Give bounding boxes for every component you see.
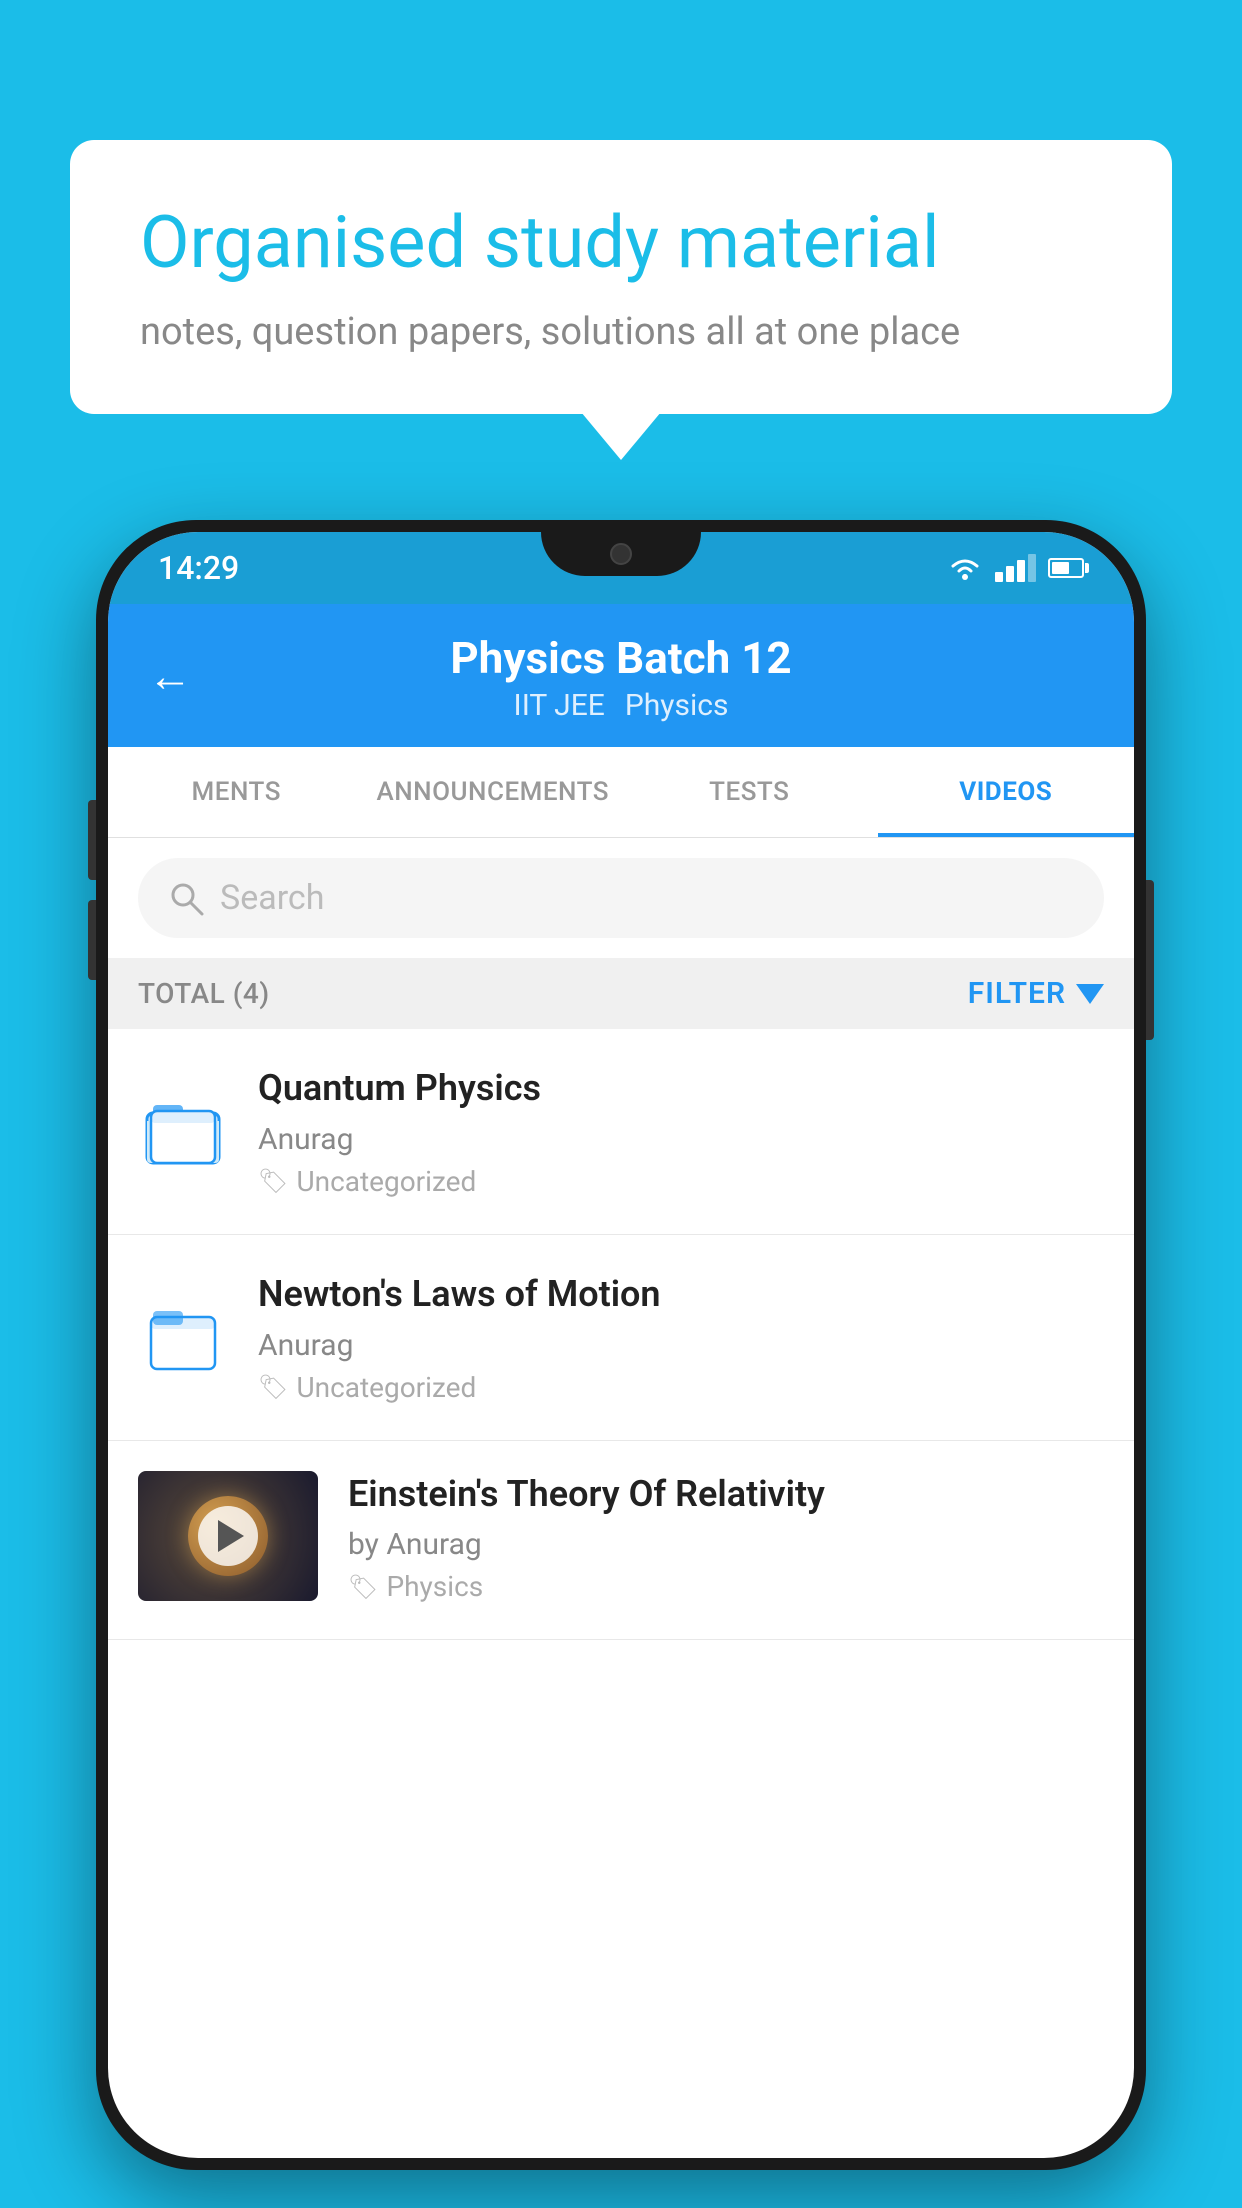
folder-icon: [138, 1086, 228, 1176]
signal-strength-icon: [995, 554, 1036, 582]
video-info: Quantum Physics Anurag 🏷 Uncategorized: [258, 1065, 1104, 1198]
filter-row: TOTAL (4) FILTER: [108, 958, 1134, 1029]
tab-assignments[interactable]: MENTS: [108, 747, 365, 837]
list-item[interactable]: Einstein's Theory Of Relativity by Anura…: [108, 1441, 1134, 1641]
header-subject: Physics: [625, 688, 729, 723]
tag-icon: 🏷: [258, 1167, 288, 1195]
filter-button[interactable]: FILTER: [968, 976, 1104, 1011]
power-button[interactable]: [1146, 880, 1154, 1040]
phone-outer: 14:29: [96, 520, 1146, 2170]
tag-icon: 🏷: [348, 1573, 378, 1601]
video-info: Einstein's Theory Of Relativity by Anura…: [348, 1471, 1104, 1604]
phone-wrapper: 14:29: [96, 520, 1146, 2170]
wifi-icon: [947, 554, 983, 582]
list-item[interactable]: Quantum Physics Anurag 🏷 Uncategorized: [108, 1029, 1134, 1235]
phone-screen: 14:29: [108, 532, 1134, 2158]
front-camera: [610, 543, 632, 565]
app-header: ← Physics Batch 12 IIT JEE Physics: [108, 604, 1134, 747]
back-button[interactable]: ←: [148, 650, 192, 702]
play-icon: [218, 1520, 244, 1552]
search-input[interactable]: Search: [220, 878, 324, 918]
search-icon: [168, 880, 204, 916]
list-item[interactable]: Newton's Laws of Motion Anurag 🏷 Uncateg…: [108, 1235, 1134, 1441]
notch: [541, 532, 701, 576]
search-container: Search: [108, 838, 1134, 958]
folder-icon: [138, 1292, 228, 1382]
bubble-subtitle: notes, question papers, solutions all at…: [140, 310, 1102, 354]
status-bar: 14:29: [108, 532, 1134, 604]
video-tag: 🏷 Physics: [348, 1570, 1104, 1603]
video-author: by Anurag: [348, 1527, 1104, 1562]
video-title: Newton's Laws of Motion: [258, 1271, 1104, 1318]
video-author: Anurag: [258, 1328, 1104, 1363]
total-count: TOTAL (4): [138, 977, 270, 1010]
tab-tests[interactable]: TESTS: [621, 747, 878, 837]
status-icons: [947, 554, 1084, 582]
volume-down-button[interactable]: [88, 900, 96, 980]
video-tag: 🏷 Uncategorized: [258, 1165, 1104, 1198]
play-button[interactable]: [198, 1506, 258, 1566]
speech-bubble: Organised study material notes, question…: [70, 140, 1172, 414]
tab-announcements[interactable]: ANNOUNCEMENTS: [365, 747, 622, 837]
search-box[interactable]: Search: [138, 858, 1104, 938]
filter-icon: [1076, 984, 1104, 1004]
tab-videos[interactable]: VIDEOS: [878, 747, 1135, 837]
video-title: Quantum Physics: [258, 1065, 1104, 1112]
video-title: Einstein's Theory Of Relativity: [348, 1471, 1104, 1518]
speech-bubble-container: Organised study material notes, question…: [70, 140, 1172, 414]
bubble-title: Organised study material: [140, 200, 1102, 286]
video-thumbnail: [138, 1471, 318, 1601]
video-info: Newton's Laws of Motion Anurag 🏷 Uncateg…: [258, 1271, 1104, 1404]
tabs-container: MENTS ANNOUNCEMENTS TESTS VIDEOS: [108, 747, 1134, 838]
video-list: Quantum Physics Anurag 🏷 Uncategorized: [108, 1029, 1134, 1640]
battery-icon: [1048, 558, 1084, 578]
header-category: IIT JEE: [514, 688, 605, 723]
video-author: Anurag: [258, 1122, 1104, 1157]
volume-up-button[interactable]: [88, 800, 96, 880]
header-subtitle: IIT JEE Physics: [514, 688, 729, 723]
tag-icon: 🏷: [258, 1373, 288, 1401]
header-title: Physics Batch 12: [450, 632, 791, 684]
video-tag: 🏷 Uncategorized: [258, 1371, 1104, 1404]
status-time: 14:29: [158, 549, 239, 587]
